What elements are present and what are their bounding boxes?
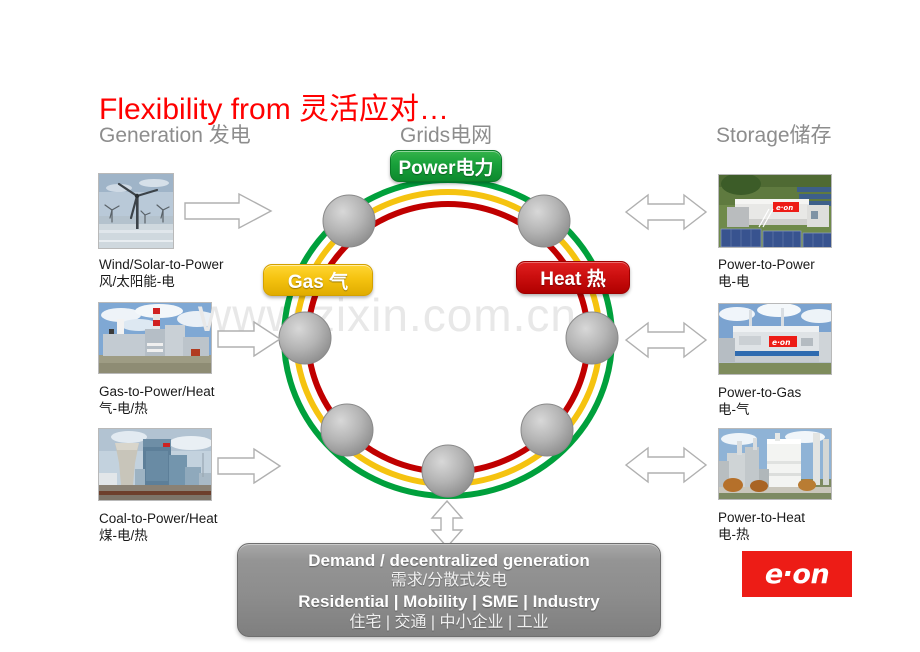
demand-line-en-1: Demand / decentralized generation: [308, 550, 590, 570]
demand-line-cn-1: 需求/分散式发电: [390, 571, 508, 589]
generation-caption-wind-cn: 风/太阳能-电: [99, 274, 175, 289]
storage-caption-gas: Power-to-Gas 电-气: [718, 384, 801, 418]
storage-caption-gas-en: Power-to-Gas: [718, 385, 802, 400]
ring-label-gas-text: Gas 气: [287, 271, 349, 293]
demand-line-cn-2: 住宅 | 交通 | 中小企业 | 工业: [349, 613, 549, 631]
ring-label-heat-text: Heat 热: [540, 269, 606, 290]
storage-caption-power-en: Power-to-Power: [718, 257, 815, 272]
ring-node: [421, 444, 475, 498]
ring-node: [320, 403, 374, 457]
storage-caption-heat-en: Power-to-Heat: [718, 510, 806, 525]
ring-label-gas[interactable]: Gas 气: [263, 264, 373, 296]
storage-caption-gas-cn: 电-气: [718, 402, 750, 417]
slide-canvas: www.zixin.com.cn Flexibility from 灵活应对… …: [0, 0, 920, 652]
storage-thumb-heat: [718, 428, 832, 500]
generation-caption-gas-cn: 气-电/热: [99, 401, 148, 416]
svg-text:e·on: e·on: [776, 204, 793, 212]
ring-label-power[interactable]: Power电力: [390, 150, 502, 182]
grid-ring-diagram: [272, 168, 624, 508]
ring-node: [322, 194, 376, 248]
arrow-coal-to-grid: [216, 447, 282, 485]
arrow-grid-to-heat-storage: [624, 445, 708, 485]
eon-logo-text: e·on: [764, 558, 830, 590]
generation-caption-gas: Gas-to-Power/Heat 气-电/热: [99, 383, 215, 417]
arrow-grid-to-demand: [428, 499, 466, 549]
arrow-grid-to-power-storage: [624, 192, 708, 232]
ring-label-power-text: Power电力: [398, 157, 494, 179]
generation-caption-wind-en: Wind/Solar-to-Power: [99, 257, 224, 272]
generation-thumb-gas: [98, 302, 212, 374]
column-heading-grids: Grids电网: [400, 124, 493, 147]
generation-caption-gas-en: Gas-to-Power/Heat: [99, 384, 215, 399]
generation-thumb-wind: [98, 173, 174, 249]
arrow-gas-to-grid: [216, 320, 282, 358]
generation-caption-coal: Coal-to-Power/Heat 煤-电/热: [99, 510, 218, 544]
ring-node: [278, 311, 332, 365]
generation-caption-coal-en: Coal-to-Power/Heat: [99, 511, 218, 526]
ring-node: [517, 194, 571, 248]
svg-text:e·on: e·on: [772, 338, 790, 347]
demand-line-en-2: Residential | Mobility | SME | Industry: [298, 591, 600, 611]
eon-logo: e·on: [742, 551, 852, 597]
column-heading-storage: Storage储存: [716, 124, 832, 147]
generation-caption-coal-cn: 煤-电/热: [99, 528, 148, 543]
storage-caption-power: Power-to-Power 电-电: [718, 256, 815, 290]
storage-thumb-power: e·on: [718, 174, 832, 248]
demand-panel[interactable]: Demand / decentralized generation 需求/分散式…: [237, 543, 661, 637]
storage-thumb-gas: e·on: [718, 303, 832, 375]
storage-caption-heat-cn: 电-热: [718, 527, 750, 542]
generation-caption-wind: Wind/Solar-to-Power 风/太阳能-电: [99, 256, 224, 290]
ring-label-heat[interactable]: Heat 热: [516, 261, 630, 294]
column-heading-generation: Generation 发电: [99, 124, 251, 147]
ring-node: [520, 403, 574, 457]
arrow-grid-to-gas-storage: [624, 320, 708, 360]
generation-thumb-coal: [98, 428, 212, 501]
arrow-wind-to-grid: [183, 192, 273, 230]
storage-caption-power-cn: 电-电: [718, 274, 750, 289]
ring-node: [565, 311, 619, 365]
storage-caption-heat: Power-to-Heat 电-热: [718, 509, 805, 543]
